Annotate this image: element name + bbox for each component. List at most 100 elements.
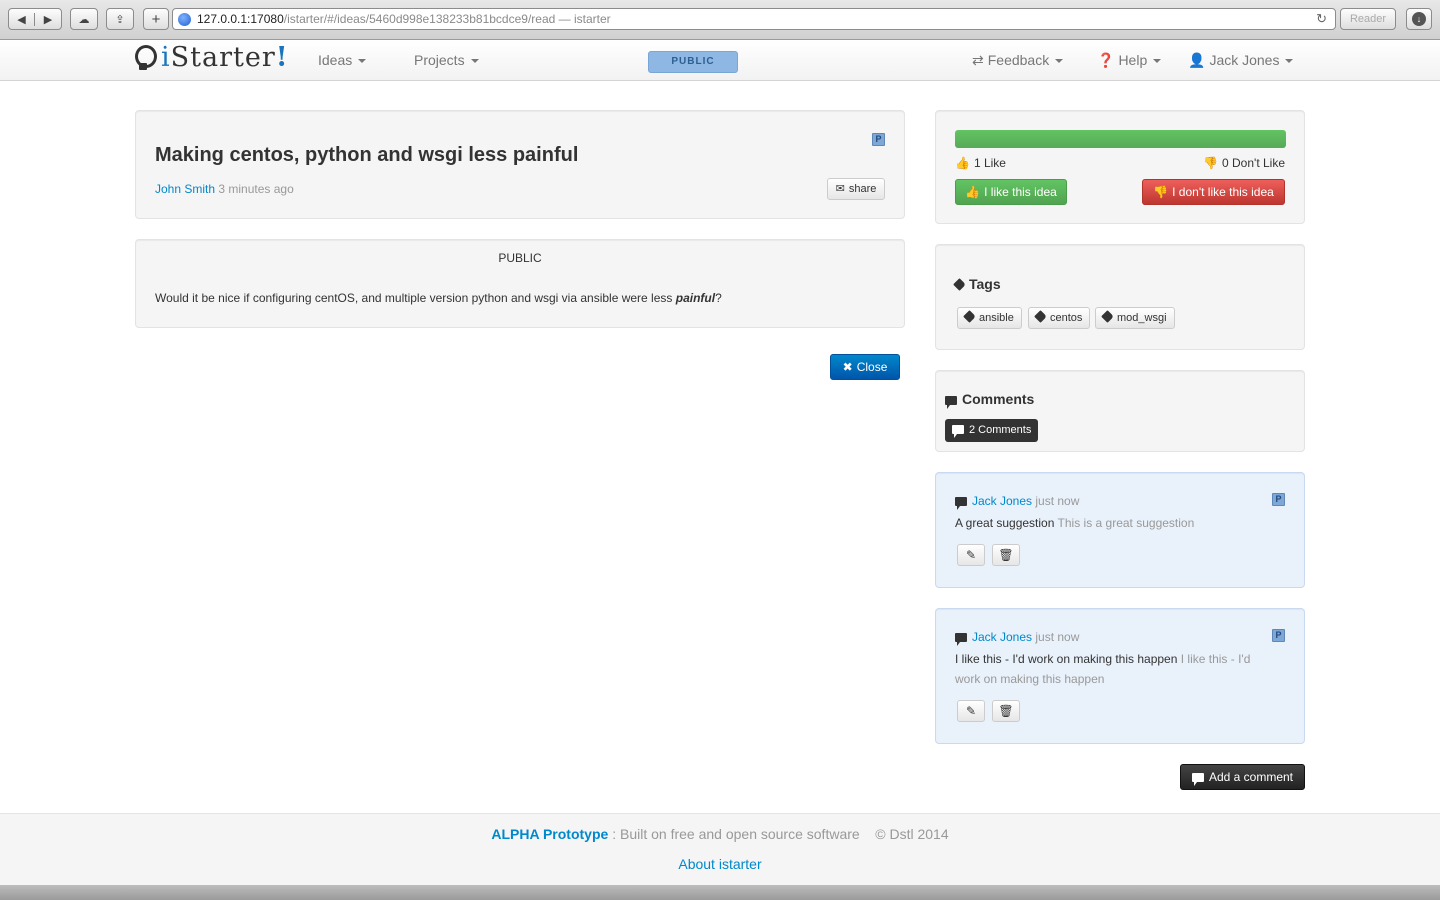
- retweet-icon: ⇄: [972, 52, 984, 68]
- dislike-idea-button[interactable]: 👎 I don't like this idea: [1142, 179, 1285, 205]
- trash-icon: 🗑: [998, 704, 1014, 718]
- history-nav: ◀ ▶: [8, 8, 62, 30]
- close-icon: ✖: [842, 360, 853, 374]
- tag-ansible[interactable]: ansible: [957, 307, 1022, 329]
- comments-count-button[interactable]: 2 Comments: [945, 419, 1039, 442]
- idea-header-panel: P Making centos, python and wsgi less pa…: [135, 110, 905, 219]
- idea-visibility-label: PUBLIC: [498, 251, 542, 265]
- pencil-icon: ✎: [965, 548, 977, 562]
- comment-author-link[interactable]: Jack Jones: [972, 630, 1032, 644]
- footer-built-text: : Built on free and open source software: [608, 826, 860, 842]
- comment-privacy-badge: P: [1272, 493, 1285, 506]
- page-footer: ALPHA Prototype : Built on free and open…: [0, 813, 1440, 885]
- nav-user-dropdown[interactable]: 👤 Jack Jones: [1188, 52, 1294, 69]
- browser-status-bar: [0, 885, 1440, 900]
- comment-author-link[interactable]: Jack Jones: [972, 494, 1032, 508]
- votes-panel: 👍 1 Like 👎 0 Don't Like 👍 I like this idea …: [935, 110, 1305, 224]
- url-host: 127.0.0.1:17080: [197, 12, 284, 26]
- tag-centos[interactable]: centos: [1028, 307, 1091, 329]
- edit-comment-button[interactable]: ✎: [957, 544, 985, 566]
- comment-card: P Jack Jones just now A great suggestion…: [935, 472, 1305, 588]
- tag-label: ansible: [979, 312, 1014, 324]
- comment-body: This is a great suggestion: [1057, 516, 1195, 530]
- tag-icon: [1034, 310, 1047, 323]
- download-button[interactable]: ↓: [1406, 8, 1432, 30]
- nav-ideas-dropdown[interactable]: Ideas: [318, 52, 367, 68]
- dislikes-count: 👎 0 Don't Like: [1203, 156, 1285, 170]
- close-button[interactable]: ✖ Close: [830, 354, 900, 380]
- reload-icon[interactable]: ↻: [1316, 9, 1327, 29]
- caret-down-icon: [1055, 59, 1064, 64]
- idea-meta: John Smith 3 minutes ago: [155, 182, 294, 196]
- browser-toolbar: ◀ ▶ ☁ ⇪ + 127.0.0.1:17080/istarter/#/idea…: [0, 0, 1440, 40]
- comment-content: I like this - I'd work on making this ha…: [955, 649, 1270, 689]
- tag-label: mod_wsgi: [1117, 312, 1167, 324]
- globe-icon: [178, 13, 191, 26]
- nav-feedback-dropdown[interactable]: ⇄ Feedback: [972, 52, 1064, 69]
- download-icon: ↓: [1412, 12, 1426, 26]
- trash-icon: 🗑: [998, 548, 1014, 562]
- idea-title: Making centos, python and wsgi less pain…: [155, 144, 579, 166]
- delete-comment-button[interactable]: 🗑: [992, 700, 1020, 722]
- thumbs-up-icon: 👍: [965, 185, 981, 199]
- share-icon[interactable]: ⇪: [106, 8, 134, 30]
- share-button[interactable]: ✉ share: [827, 178, 885, 200]
- caret-down-icon: [1285, 59, 1294, 64]
- reader-button[interactable]: Reader: [1340, 8, 1396, 30]
- idea-time: 3 minutes ago: [218, 182, 294, 196]
- idea-author-link[interactable]: John Smith: [155, 182, 215, 196]
- nav-feedback-label: Feedback: [987, 52, 1050, 68]
- dislike-idea-label: I don't like this idea: [1172, 185, 1274, 199]
- tags-heading: Tags: [953, 276, 1001, 292]
- bulb-icon: [135, 44, 157, 71]
- tags-heading-label: Tags: [969, 276, 1001, 292]
- alpha-prototype-link[interactable]: ALPHA Prototype: [491, 826, 608, 842]
- comment-icon: [1191, 773, 1204, 786]
- back-icon[interactable]: ◀: [9, 12, 36, 26]
- idea-body-panel: PUBLIC Would it be nice if configuring c…: [135, 239, 905, 328]
- footer-copyright: © Dstl 2014: [875, 826, 949, 842]
- idea-privacy-badge: P: [872, 133, 885, 146]
- idea-description-emphasis: painful: [675, 291, 716, 305]
- add-comment-button[interactable]: Add a comment: [1180, 764, 1305, 790]
- tag-icon: [953, 278, 966, 291]
- about-link[interactable]: About istarter: [678, 856, 761, 872]
- brand-logo[interactable]: i Starter!: [135, 42, 289, 73]
- tag-icon: [1101, 310, 1114, 323]
- tag-mod-wsgi[interactable]: mod_wsgi: [1095, 307, 1175, 329]
- add-comment-label: Add a comment: [1208, 770, 1294, 784]
- brand-exclamation: !: [275, 42, 289, 73]
- comment-header: Jack Jones just now: [955, 494, 1079, 510]
- forward-icon[interactable]: ▶: [35, 13, 61, 26]
- like-idea-button[interactable]: 👍 I like this idea: [955, 179, 1067, 205]
- thumbs-up-icon: 👍: [955, 156, 970, 170]
- comment-icon: [945, 396, 957, 409]
- user-icon: 👤: [1188, 52, 1206, 68]
- nav-user-label: Jack Jones: [1209, 52, 1280, 68]
- address-bar[interactable]: 127.0.0.1:17080/istarter/#/ideas/5460d99…: [172, 8, 1336, 30]
- edit-comment-button[interactable]: ✎: [957, 700, 985, 722]
- new-tab-button[interactable]: +: [143, 8, 169, 30]
- delete-comment-button[interactable]: 🗑: [992, 544, 1020, 566]
- nav-help-label: Help: [1118, 52, 1148, 68]
- brand-i: i: [161, 42, 171, 73]
- like-progress-bar: [955, 130, 1286, 148]
- comments-heading: Comments: [945, 391, 1034, 409]
- envelope-icon: ✉: [835, 183, 845, 195]
- comment-content: A great suggestion This is a great sugge…: [955, 513, 1270, 533]
- app-navbar: i Starter! Ideas Projects PUBLIC ⇄ Feedbac…: [0, 40, 1440, 81]
- cloud-icon[interactable]: ☁: [70, 8, 98, 30]
- idea-description: Would it be nice if configuring centOS, …: [155, 291, 722, 305]
- caret-down-icon: [1153, 59, 1162, 64]
- comment-title: I like this - I'd work on making this ha…: [955, 652, 1178, 666]
- public-mode-pill[interactable]: PUBLIC: [648, 51, 738, 73]
- comment-icon: [955, 497, 967, 510]
- comment-icon: [952, 425, 964, 438]
- nav-projects-dropdown[interactable]: Projects: [414, 52, 479, 68]
- comment-title: A great suggestion: [955, 516, 1055, 530]
- brand-name: Starter: [170, 42, 276, 73]
- nav-ideas-label: Ideas: [318, 52, 353, 68]
- comment-privacy-badge: P: [1272, 629, 1285, 642]
- nav-help-dropdown[interactable]: ❓ Help: [1097, 52, 1162, 69]
- tag-icon: [963, 310, 976, 323]
